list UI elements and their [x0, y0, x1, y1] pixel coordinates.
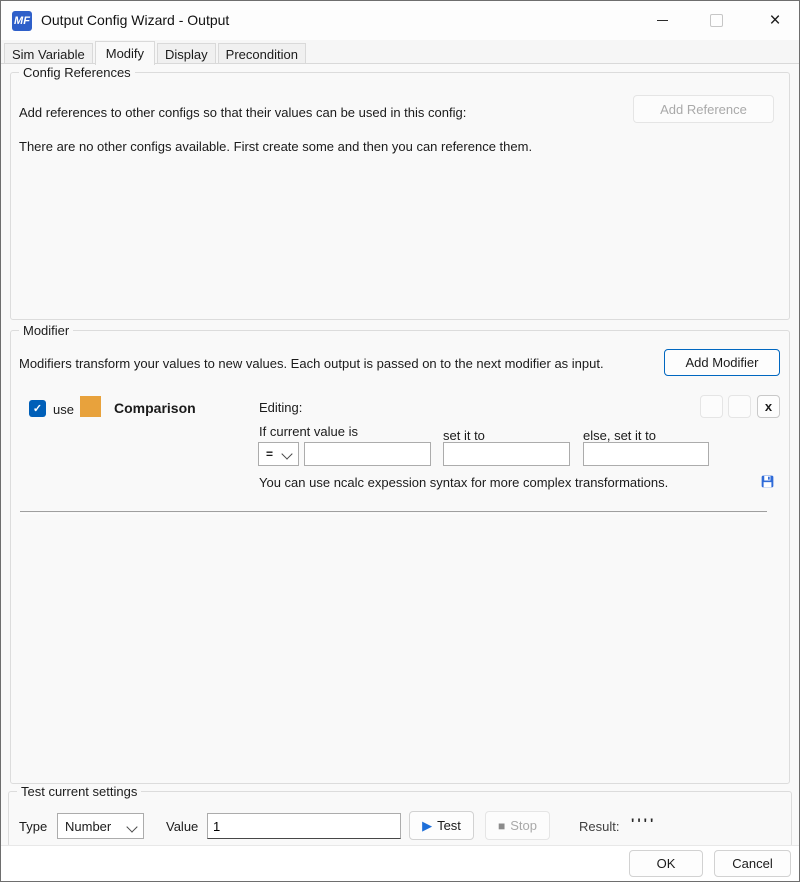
chevron-down-icon [281, 448, 292, 459]
operator-selected-value: = [266, 447, 273, 461]
window-title: Output Config Wizard - Output [41, 1, 229, 40]
chevron-down-icon [126, 821, 137, 832]
minimize-icon [657, 20, 668, 21]
operator-select[interactable]: = [258, 442, 299, 466]
tab-precondition[interactable]: Precondition [218, 43, 306, 64]
use-checkbox[interactable]: ✓ [29, 400, 46, 417]
stop-button[interactable]: ■ Stop [485, 811, 550, 840]
add-modifier-button[interactable]: Add Modifier [664, 349, 780, 376]
footer-bar: OK Cancel [1, 845, 799, 881]
modifier-group: Modifier Modifiers transform your values… [10, 330, 790, 784]
stop-icon: ■ [498, 820, 505, 832]
modifier-description: Modifiers transform your values to new v… [19, 356, 604, 371]
close-button[interactable]: × [751, 1, 799, 40]
set-to-label: set it to [443, 428, 485, 443]
move-up-button[interactable] [700, 395, 723, 418]
minimize-button[interactable] [639, 1, 685, 40]
stop-button-label: Stop [510, 818, 537, 833]
app-logo-icon: MF [12, 11, 32, 31]
delete-modifier-button[interactable]: x [757, 395, 780, 418]
add-reference-button[interactable]: Add Reference [633, 95, 774, 123]
tab-strip: Sim Variable Modify Display Precondition [1, 40, 799, 64]
editing-label: Editing: [259, 400, 302, 415]
test-button-label: Test [437, 818, 461, 833]
cancel-button[interactable]: Cancel [714, 850, 791, 877]
test-settings-group-title: Test current settings [17, 784, 141, 799]
tab-modify[interactable]: Modify [95, 41, 155, 65]
test-button[interactable]: ▶ Test [409, 811, 474, 840]
result-label: Result: [579, 819, 619, 834]
maximize-button[interactable] [693, 1, 739, 40]
config-references-group: Config References Add references to othe… [10, 72, 790, 320]
save-icon [761, 471, 774, 492]
config-references-description: Add references to other configs so that … [19, 105, 466, 120]
ok-button[interactable]: OK [629, 850, 703, 877]
tab-sim-variable[interactable]: Sim Variable [4, 43, 93, 64]
modifier-group-title: Modifier [19, 323, 73, 338]
tab-display[interactable]: Display [157, 43, 216, 64]
play-icon: ▶ [422, 819, 432, 832]
modifier-color-swatch[interactable] [80, 396, 101, 417]
modifier-name: Comparison [114, 400, 196, 416]
set-to-input[interactable] [443, 442, 570, 466]
close-icon: × [769, 11, 780, 30]
row-separator [20, 511, 767, 514]
ncalc-hint: You can use ncalc expession syntax for m… [259, 475, 668, 490]
dialog-window: MF Output Config Wizard - Output × Sim V… [0, 0, 800, 882]
modifier-row: ✓ use Comparison Editing: If current val… [12, 386, 789, 513]
save-modifier-button[interactable] [755, 469, 780, 494]
else-set-to-label: else, set it to [583, 428, 656, 443]
move-down-button[interactable] [728, 395, 751, 418]
value-input[interactable] [207, 813, 401, 839]
type-select[interactable]: Number [57, 813, 144, 839]
use-checkbox-label: use [53, 402, 74, 417]
modify-tab-page: Config References Add references to othe… [1, 63, 799, 881]
else-set-to-input[interactable] [583, 442, 709, 466]
type-selected-value: Number [65, 819, 111, 834]
condition-label: If current value is [259, 424, 358, 439]
config-references-group-title: Config References [19, 65, 135, 80]
config-references-empty-message: There are no other configs available. Fi… [19, 139, 532, 154]
check-icon: ✓ [33, 402, 42, 415]
type-label: Type [19, 819, 47, 834]
condition-value-input[interactable] [304, 442, 431, 466]
title-bar: MF Output Config Wizard - Output × [1, 1, 799, 40]
result-value: '''' [631, 815, 656, 831]
value-label: Value [166, 819, 198, 834]
maximize-icon [710, 14, 723, 27]
test-settings-group: Test current settings Type Number Value … [8, 791, 792, 847]
